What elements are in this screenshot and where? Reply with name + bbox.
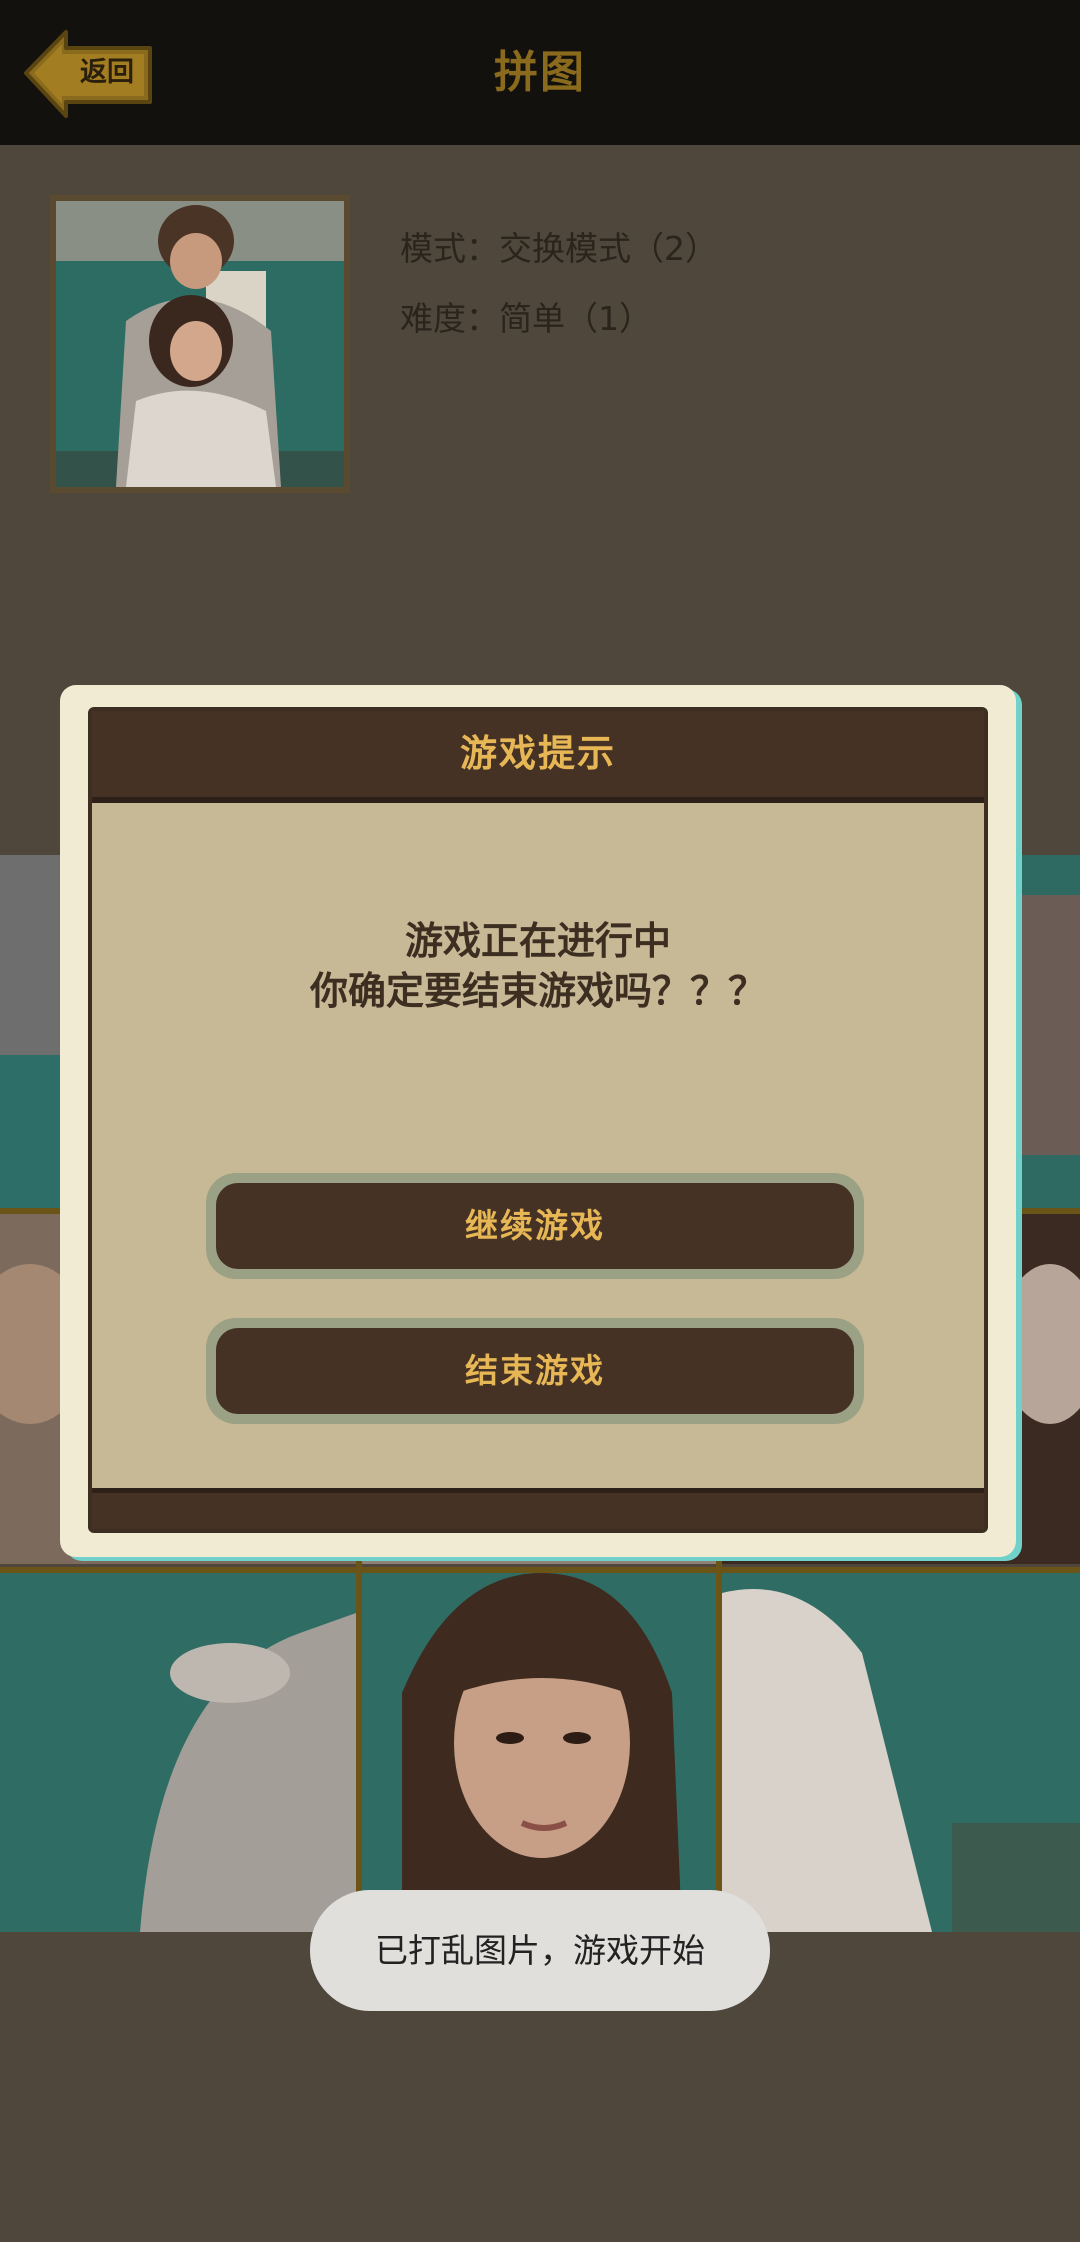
continue-game-button[interactable]: 继续游戏 xyxy=(206,1173,864,1279)
difficulty-label: 难度：简单（1） xyxy=(400,299,652,338)
mode-label: 模式：交换模式（2） xyxy=(400,229,718,268)
grid-divider xyxy=(0,1567,1080,1573)
dialog-message: 游戏正在进行中 你确定要结束游戏吗？？？ xyxy=(92,916,984,1016)
top-bar: 返回 拼图 xyxy=(0,0,1080,145)
puzzle-tile[interactable] xyxy=(722,1573,1080,1932)
end-game-button[interactable]: 结束游戏 xyxy=(206,1318,864,1424)
page-title: 拼图 xyxy=(494,47,586,98)
end-game-label: 结束游戏 xyxy=(216,1328,854,1414)
continue-game-label: 继续游戏 xyxy=(216,1183,854,1269)
dialog-message-line2: 你确定要结束游戏吗？？？ xyxy=(309,969,766,1013)
dialog-message-line1: 游戏正在进行中 xyxy=(404,919,671,963)
puzzle-tile[interactable] xyxy=(0,1573,356,1932)
game-prompt-dialog: 游戏提示 游戏正在进行中 你确定要结束游戏吗？？？ 继续游戏 结束游戏 xyxy=(60,685,1016,1557)
puzzle-preview-image xyxy=(50,195,350,493)
dialog-title: 游戏提示 xyxy=(92,711,984,803)
dialog-panel: 游戏提示 游戏正在进行中 你确定要结束游戏吗？？？ 继续游戏 结束游戏 xyxy=(88,707,988,1533)
puzzle-tile[interactable] xyxy=(362,1573,716,1932)
dialog-footer xyxy=(92,1488,984,1529)
toast-message: 已打乱图片，游戏开始 xyxy=(310,1890,770,2011)
